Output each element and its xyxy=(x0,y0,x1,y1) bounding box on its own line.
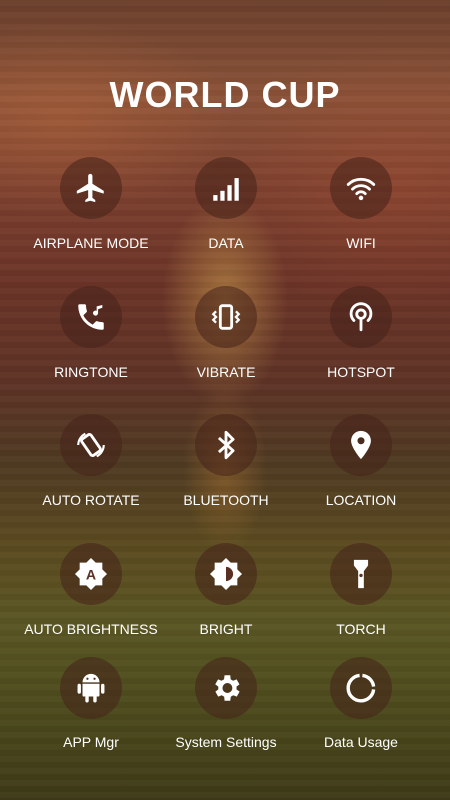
page-title: WORLD CUP xyxy=(109,74,341,115)
toggle-hotspot[interactable]: HOTSPOT xyxy=(286,286,436,406)
toggle-auto-brightness[interactable]: A AUTO BRIGHTNESS xyxy=(16,543,166,663)
app-manager-button[interactable]: APP Mgr xyxy=(16,657,166,777)
bluetooth-icon xyxy=(195,414,257,476)
signal-bars-icon xyxy=(195,157,257,219)
android-icon xyxy=(60,657,122,719)
torch-icon xyxy=(330,543,392,605)
toggle-ringtone[interactable]: RINGTONE xyxy=(16,286,166,406)
toggle-auto-rotate[interactable]: AUTO ROTATE xyxy=(16,414,166,534)
data-usage-button[interactable]: Data Usage xyxy=(286,657,436,777)
toggle-location[interactable]: LOCATION xyxy=(286,414,436,534)
system-settings-button[interactable]: System Settings xyxy=(151,657,301,777)
toggle-data[interactable]: DATA xyxy=(151,157,301,277)
toggle-label: LOCATION xyxy=(325,492,397,508)
toggle-label: TORCH xyxy=(336,621,386,637)
hotspot-icon xyxy=(330,286,392,348)
location-pin-icon xyxy=(330,414,392,476)
wifi-icon xyxy=(330,157,392,219)
toggle-label: HOTSPOT xyxy=(327,364,395,380)
rotate-icon xyxy=(60,414,122,476)
toggle-vibrate[interactable]: VIBRATE xyxy=(151,286,301,406)
toggle-label: Data Usage xyxy=(324,734,398,750)
brightness-icon xyxy=(195,543,257,605)
toggle-torch[interactable]: TORCH xyxy=(286,543,436,663)
phone-ring-icon xyxy=(60,286,122,348)
toggle-bright[interactable]: BRIGHT xyxy=(151,543,301,663)
vibrate-icon xyxy=(195,286,257,348)
toggle-label: WIFI xyxy=(346,235,376,251)
toggle-bluetooth[interactable]: BLUETOOTH xyxy=(151,414,301,534)
svg-text:A: A xyxy=(86,568,96,584)
toggle-airplane-mode[interactable]: AIRPLANE MODE xyxy=(16,157,166,277)
airplane-icon xyxy=(60,157,122,219)
gear-icon xyxy=(195,657,257,719)
auto-brightness-icon: A xyxy=(60,543,122,605)
data-usage-icon xyxy=(330,657,392,719)
toggle-wifi[interactable]: WIFI xyxy=(286,157,436,277)
